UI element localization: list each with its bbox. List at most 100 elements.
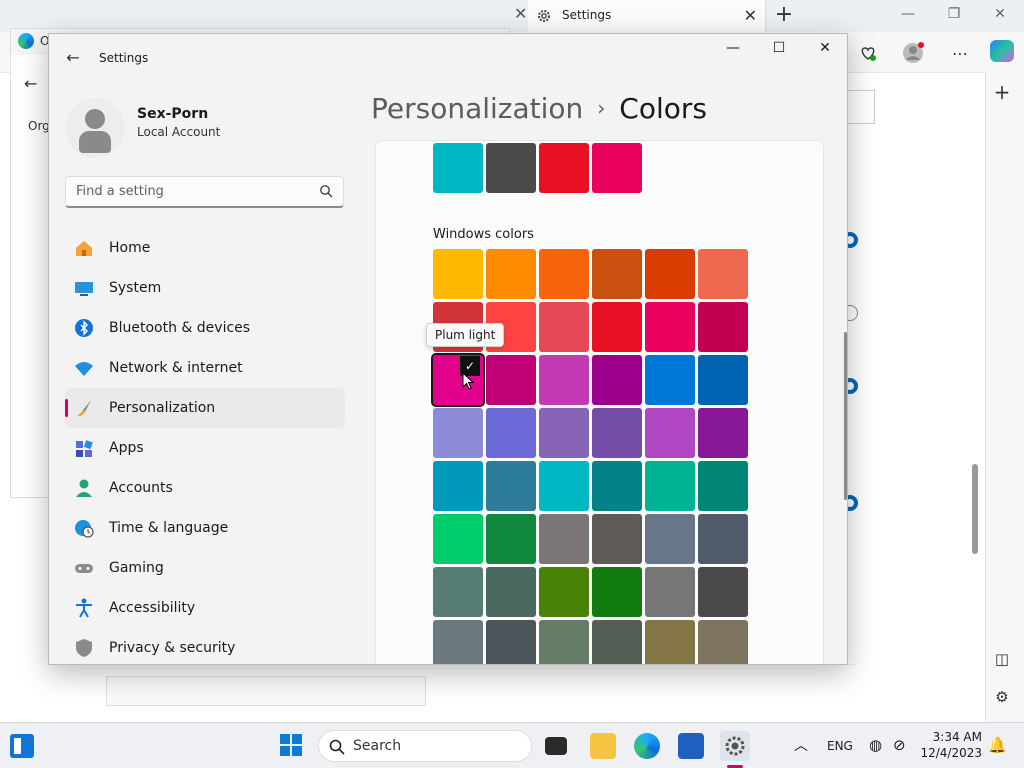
recent-color-swatch[interactable]: [433, 143, 483, 193]
start-button[interactable]: [280, 734, 302, 756]
maximize-button[interactable]: ☐: [765, 40, 793, 56]
close-icon[interactable]: ✕: [514, 4, 527, 23]
background-scrollbar[interactable]: [972, 464, 978, 554]
browser-minimize-button[interactable]: —: [898, 6, 918, 22]
sidebar-item-privacy[interactable]: Privacy & security: [65, 628, 345, 664]
close-button[interactable]: ✕: [811, 40, 839, 56]
settings-scrollbar[interactable]: [844, 332, 847, 500]
recent-color-swatch[interactable]: [539, 143, 589, 193]
gear-icon[interactable]: ⚙: [992, 688, 1012, 706]
file-explorer-icon[interactable]: [590, 733, 616, 759]
taskbar-search[interactable]: Search: [318, 730, 532, 762]
windows-color-swatch[interactable]: [486, 461, 536, 511]
health-icon[interactable]: [857, 42, 879, 64]
sidebar-item-accounts[interactable]: Accounts: [65, 468, 345, 508]
settings-app-icon[interactable]: [720, 731, 750, 761]
new-tab-button[interactable]: +: [772, 2, 796, 27]
windows-color-swatch[interactable]: [645, 461, 695, 511]
windows-color-swatch[interactable]: [698, 302, 748, 352]
background-field[interactable]: [106, 676, 426, 706]
sidebar-item-system[interactable]: System: [65, 268, 345, 308]
language-indicator[interactable]: ENG: [827, 739, 853, 753]
windows-color-swatch[interactable]: [698, 408, 748, 458]
windows-color-swatch[interactable]: [539, 355, 589, 405]
recent-color-swatch[interactable]: [486, 143, 536, 193]
windows-color-swatch[interactable]: [592, 302, 642, 352]
sidebar-item-apps[interactable]: Apps: [65, 428, 345, 468]
sidebar-item-time[interactable]: Time & language: [65, 508, 345, 548]
windows-color-swatch[interactable]: [645, 249, 695, 299]
back-arrow-icon[interactable]: ←: [24, 74, 37, 93]
windows-color-swatch[interactable]: [486, 408, 536, 458]
windows-color-swatch[interactable]: [592, 355, 642, 405]
add-icon[interactable]: +: [992, 80, 1012, 104]
windows-color-swatch[interactable]: [433, 620, 483, 664]
avatar[interactable]: [65, 98, 125, 158]
windows-color-swatch[interactable]: [486, 249, 536, 299]
browser-close-button[interactable]: ✕: [990, 6, 1010, 22]
windows-color-swatch[interactable]: [592, 408, 642, 458]
sidebar-item-network[interactable]: Network & internet: [65, 348, 345, 388]
back-button[interactable]: ←: [63, 48, 83, 67]
windows-color-swatch[interactable]: [698, 461, 748, 511]
widgets-icon[interactable]: [10, 734, 34, 758]
windows-color-swatch[interactable]: [592, 249, 642, 299]
sidebar-item-bluetooth[interactable]: Bluetooth & devices: [65, 308, 345, 348]
windows-color-swatch[interactable]: [486, 355, 536, 405]
windows-color-swatch[interactable]: [539, 461, 589, 511]
windows-color-swatch[interactable]: [645, 302, 695, 352]
windows-color-swatch[interactable]: [539, 249, 589, 299]
recent-color-swatch[interactable]: [592, 143, 642, 193]
sidebar-item-home[interactable]: Home: [65, 228, 345, 268]
notification-icon[interactable]: 🔔: [988, 736, 1007, 754]
windows-color-swatch[interactable]: [698, 249, 748, 299]
chevron-up-icon[interactable]: ︿: [794, 735, 808, 755]
windows-color-swatch[interactable]: [645, 567, 695, 617]
windows-color-swatch[interactable]: [486, 514, 536, 564]
windows-color-swatch[interactable]: [592, 461, 642, 511]
windows-color-swatch[interactable]: [486, 620, 536, 664]
task-view-icon[interactable]: [545, 737, 567, 755]
windows-color-swatch[interactable]: [698, 567, 748, 617]
windows-color-swatch[interactable]: [645, 514, 695, 564]
sidebar-panel-icon[interactable]: ◫: [992, 650, 1012, 668]
clock[interactable]: 3:34 AM 12/4/2023: [916, 729, 982, 761]
minimize-button[interactable]: —: [719, 40, 747, 56]
windows-color-swatch[interactable]: [698, 514, 748, 564]
windows-color-swatch[interactable]: [698, 355, 748, 405]
edge-icon[interactable]: [634, 733, 660, 759]
profile-icon[interactable]: [902, 42, 924, 64]
windows-color-swatch[interactable]: [539, 620, 589, 664]
windows-color-swatch[interactable]: [539, 514, 589, 564]
volume-icon[interactable]: ⊘: [893, 736, 906, 754]
windows-color-swatch[interactable]: [645, 620, 695, 664]
windows-color-swatch[interactable]: [592, 514, 642, 564]
sidebar-item-accessibility[interactable]: Accessibility: [65, 588, 345, 628]
windows-color-swatch[interactable]: [592, 567, 642, 617]
windows-color-swatch[interactable]: [433, 567, 483, 617]
copilot-icon[interactable]: [990, 40, 1014, 62]
browser-tab-settings[interactable]: Settings ✕: [528, 0, 766, 32]
windows-color-swatch[interactable]: [486, 567, 536, 617]
close-icon[interactable]: ✕: [744, 6, 757, 25]
browser-maximize-button[interactable]: ❐: [944, 6, 964, 22]
store-icon[interactable]: [678, 733, 704, 759]
sidebar-item-personalization[interactable]: Personalization: [65, 388, 345, 428]
network-icon[interactable]: ◍: [869, 736, 882, 754]
background-input[interactable]: [845, 90, 875, 124]
windows-color-swatch[interactable]: [433, 408, 483, 458]
windows-color-swatch[interactable]: [698, 620, 748, 664]
breadcrumb-parent[interactable]: Personalization: [371, 92, 583, 125]
windows-color-swatch[interactable]: [592, 620, 642, 664]
sidebar-item-gaming[interactable]: Gaming: [65, 548, 345, 588]
windows-color-swatch[interactable]: [645, 408, 695, 458]
windows-color-swatch[interactable]: [539, 408, 589, 458]
windows-color-swatch[interactable]: [433, 249, 483, 299]
windows-color-swatch[interactable]: [645, 355, 695, 405]
search-input[interactable]: Find a setting: [65, 176, 344, 208]
windows-color-swatch[interactable]: [433, 461, 483, 511]
windows-color-swatch[interactable]: [539, 302, 589, 352]
more-options-icon[interactable]: ⋯: [949, 42, 971, 64]
windows-color-swatch[interactable]: [433, 514, 483, 564]
windows-color-swatch[interactable]: [539, 567, 589, 617]
